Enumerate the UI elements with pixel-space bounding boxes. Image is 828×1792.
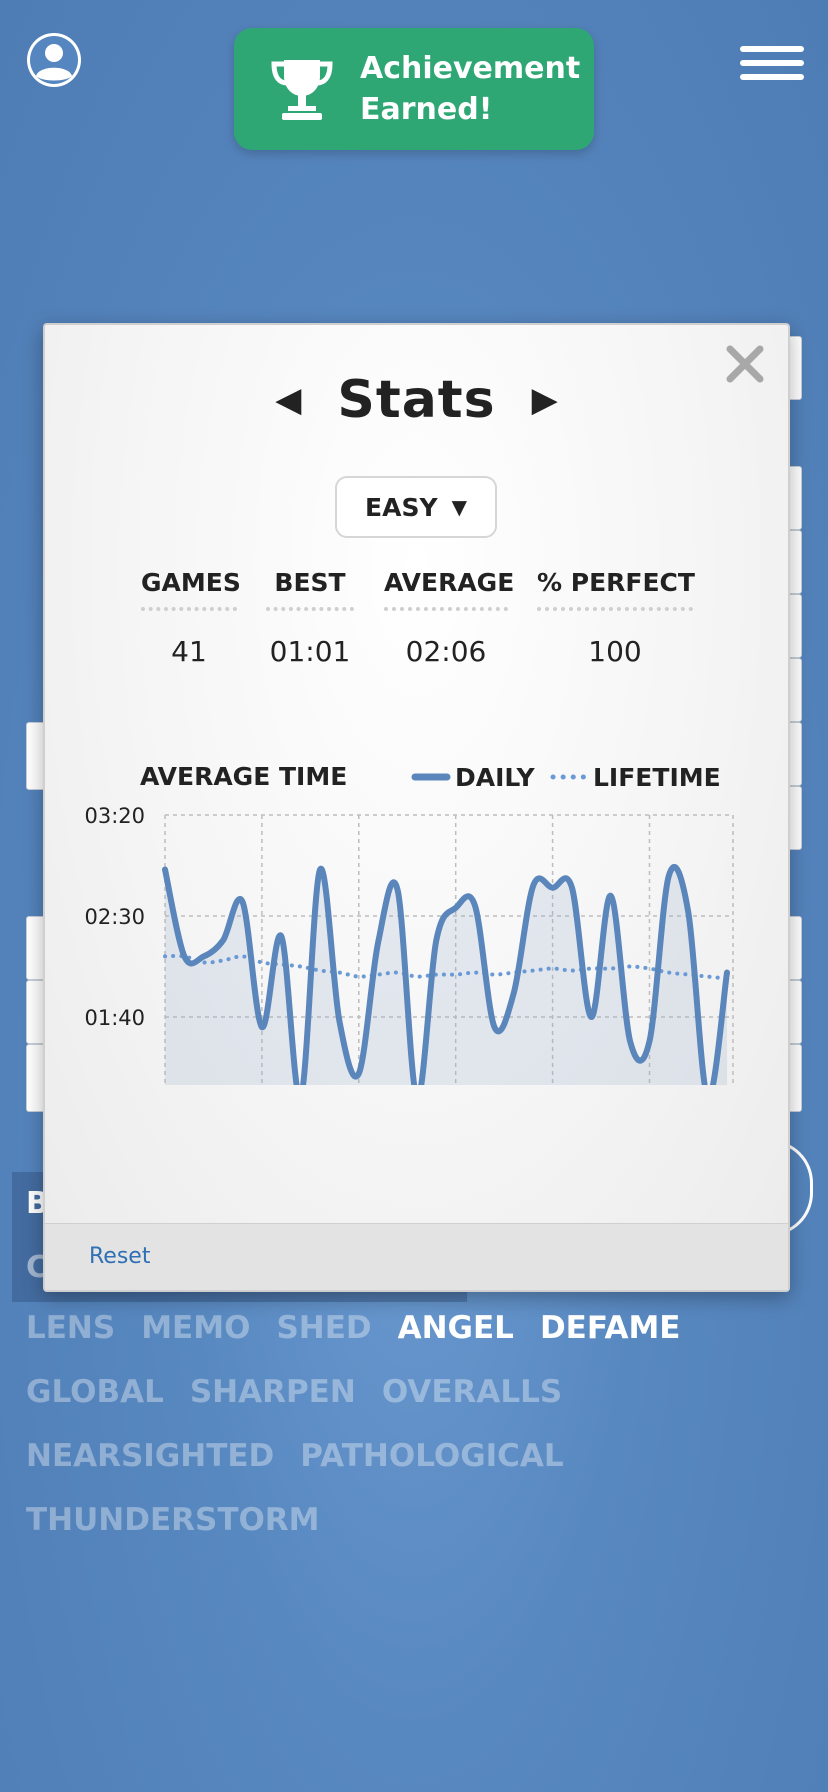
stat-value: 41 <box>171 635 207 668</box>
stat-average: AVERAGE 02:06 <box>384 568 514 668</box>
chart-title: AVERAGE TIME <box>140 762 347 791</box>
stat-label: AVERAGE <box>384 568 514 611</box>
hamburger-menu-icon[interactable] <box>740 46 804 82</box>
word-item-found: ANGEL <box>397 1310 514 1346</box>
trophy-icon <box>271 60 333 120</box>
word-item: MEMO <box>141 1310 251 1346</box>
word-item: PATHOLOGICAL <box>300 1438 564 1474</box>
stat-games: GAMES 41 <box>141 568 241 668</box>
word-item: GLOBAL <box>26 1374 164 1410</box>
achievement-line-1: Achievement <box>360 51 581 86</box>
stat-label: BEST <box>266 568 354 611</box>
stat-best: BEST 01:01 <box>266 568 354 668</box>
word-item: THUNDERSTORM <box>26 1502 320 1538</box>
y-tick-label: 02:30 <box>84 905 145 929</box>
word-list: LENS MEMO SHED ANGEL DEFAME GLOBAL SHARP… <box>26 1310 806 1566</box>
achievement-banner[interactable]: Achievement Earned! <box>234 28 594 150</box>
achievement-text: Achievement Earned! <box>360 48 580 130</box>
word-item: SHARPEN <box>189 1374 356 1410</box>
stat-value: 01:01 <box>269 635 351 668</box>
word-item: SHED <box>276 1310 372 1346</box>
word-row: GLOBAL SHARPEN OVERALLS <box>26 1374 806 1438</box>
stats-summary: GAMES 41 BEST 01:01 AVERAGE 02:06 % PERF… <box>45 568 788 668</box>
achievement-line-2: Earned! <box>360 92 493 127</box>
legend-label-lifetime: LIFETIME <box>593 763 721 792</box>
word-row: LENS MEMO SHED ANGEL DEFAME <box>26 1310 806 1374</box>
top-bar: Achievement Earned! <box>0 0 828 160</box>
stat-label: GAMES <box>141 568 241 611</box>
profile-icon[interactable] <box>24 30 84 90</box>
word-row: NEARSIGHTED PATHOLOGICAL <box>26 1438 806 1502</box>
stats-modal: ◀ Stats ▶ EASY ▼ GAMES 41 BEST 01:01 AVE… <box>43 323 790 1292</box>
word-item: OVERALLS <box>381 1374 563 1410</box>
word-item-found: DEFAME <box>539 1310 681 1346</box>
average-time-chart: AVERAGE TIMEDAILYLIFETIME00:5001:4002:30… <box>84 762 734 1085</box>
series-area-daily <box>165 866 727 1085</box>
chevron-down-icon: ▼ <box>451 495 467 519</box>
reset-link[interactable]: Reset <box>89 1244 150 1269</box>
prev-arrow-icon[interactable]: ◀ <box>275 380 301 420</box>
word-row: THUNDERSTORM <box>26 1502 806 1566</box>
y-tick-label: 03:20 <box>84 804 145 828</box>
stat-perfect: % PERFECT 100 <box>537 568 695 668</box>
y-tick-label: 01:40 <box>84 1006 145 1030</box>
legend-label-daily: DAILY <box>455 763 535 792</box>
stat-label: % PERFECT <box>537 568 695 611</box>
word-item: LENS <box>26 1310 116 1346</box>
next-arrow-icon[interactable]: ▶ <box>532 380 558 420</box>
stat-value: 02:06 <box>405 635 487 668</box>
difficulty-value: EASY <box>365 492 438 522</box>
difficulty-select[interactable]: EASY ▼ <box>335 476 497 538</box>
modal-title: Stats <box>337 370 496 430</box>
stat-value: 100 <box>588 635 642 668</box>
stats-header: ◀ Stats ▶ <box>45 365 788 435</box>
word-item: NEARSIGHTED <box>26 1438 275 1474</box>
modal-footer: Reset <box>45 1223 788 1290</box>
